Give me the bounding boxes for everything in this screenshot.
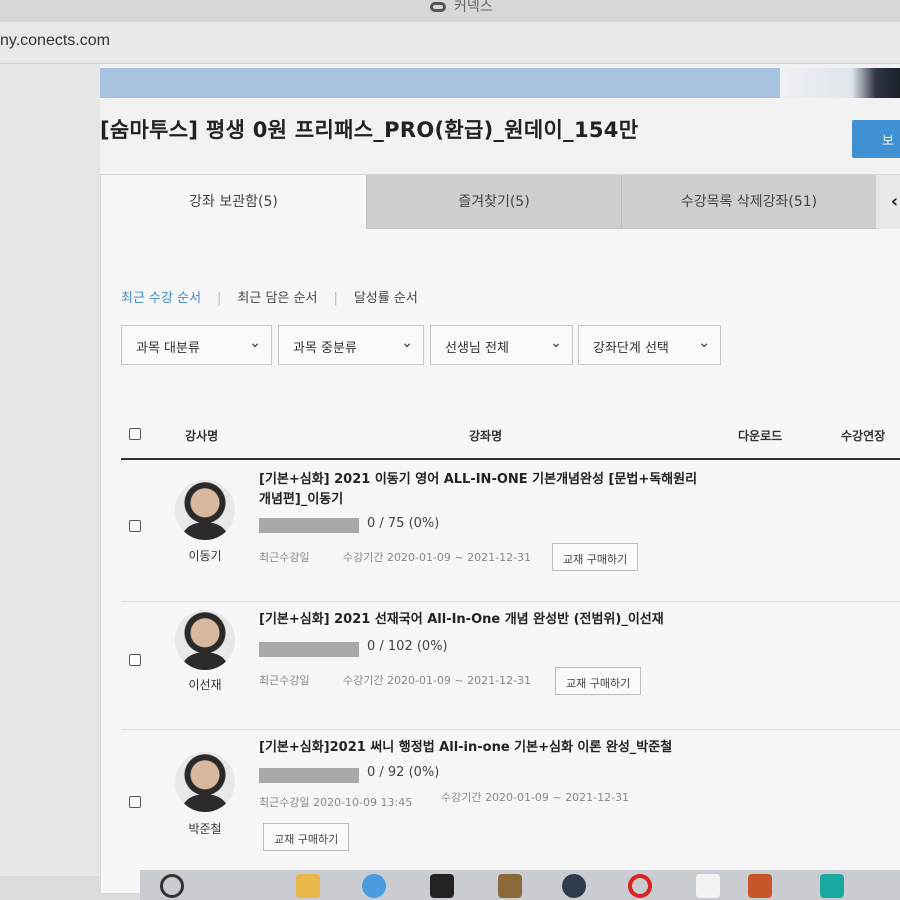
url-text[interactable]: ny.conects.com [0, 32, 110, 50]
progress-bar [259, 518, 359, 533]
header-lecture: 강좌명 [469, 429, 503, 443]
row-checkbox[interactable] [129, 796, 141, 808]
tab-deleted-lectures[interactable]: 수강목록 삭제강좌(51) [621, 175, 876, 229]
filter-label: 강좌단계 선택 [593, 341, 669, 356]
browser-tab[interactable]: 커넥스 [430, 0, 493, 16]
top-action-button[interactable]: 보 [852, 120, 900, 158]
avatar [175, 610, 235, 670]
banner-photo [780, 68, 900, 98]
progress-bar [259, 642, 359, 657]
filter-subject-minor[interactable]: 과목 중분류 ⌄ [278, 325, 424, 365]
filter-lecture-level[interactable]: 강좌단계 선택 ⌄ [578, 325, 721, 365]
lecture-panel: 강좌 보관함(5) 즐겨찾기(5) 수강목록 삭제강좌(51) ‹ 최근 수강 … [100, 174, 900, 894]
lecture-title[interactable]: [기본+심화]2021 써니 행정법 All-in-one 기본+심화 이론 완… [259, 738, 699, 758]
tab-favorites[interactable]: 즐겨찾기(5) [366, 175, 621, 229]
file-icon[interactable] [696, 874, 720, 898]
table-row: 박준철 [기본+심화]2021 써니 행정법 All-in-one 기본+심화 … [121, 730, 900, 890]
table-row: 이선재 [기본+심화] 2021 선재국어 All-In-One 개념 완성반 … [121, 602, 900, 730]
select-all-checkbox[interactable] [129, 428, 141, 440]
browser-tab-bar: 커넥스 [0, 0, 900, 22]
progress-text: 0 / 92 (0%) [367, 765, 440, 780]
top-banner[interactable] [100, 68, 780, 98]
search-icon[interactable] [160, 874, 184, 898]
buy-textbook-button[interactable]: 교재 구매하기 [263, 823, 350, 851]
content-area: [숨마투스] 평생 0원 프리패스_PRO(환급)_원데이_154만 보 강좌 … [100, 64, 900, 894]
lecture-title[interactable]: [기본+심화] 2021 선재국어 All-In-One 개념 완성반 (전범위… [259, 610, 699, 630]
last-watched: 최근수강일 2020-10-09 13:45 [259, 796, 413, 809]
app-icon[interactable] [562, 874, 586, 898]
address-bar[interactable]: ny.conects.com [0, 22, 900, 64]
powerpoint-icon[interactable] [748, 874, 772, 898]
tab-bar: 강좌 보관함(5) 즐겨찾기(5) 수강목록 삭제강좌(51) ‹ [101, 175, 900, 229]
filter-subject-major[interactable]: 과목 대분류 ⌄ [121, 325, 272, 365]
progress-text: 0 / 75 (0%) [367, 516, 440, 531]
last-watched: 최근수강일 [259, 551, 310, 564]
study-period: 수강기간 2020-01-09 ~ 2021-12-31 [441, 791, 630, 804]
chevron-down-icon: ⌄ [698, 335, 710, 351]
table-row: 이동기 [기본+심화] 2021 이동기 영어 ALL-IN-ONE 기본개념완… [121, 462, 900, 602]
divider: | [217, 291, 222, 306]
taskbar [140, 870, 900, 900]
course-title: [숨마투스] 평생 0원 프리패스_PRO(환급)_원데이_154만 [100, 118, 639, 142]
avatar [175, 752, 235, 812]
chevron-down-icon: ⌄ [550, 335, 562, 351]
row-checkbox[interactable] [129, 654, 141, 666]
filter-label: 선생님 전체 [445, 341, 509, 356]
buy-textbook-button[interactable]: 교재 구매하기 [552, 543, 639, 571]
teacher-name: 박준철 [188, 822, 222, 836]
page: [숨마투스] 평생 0원 프리패스_PRO(환급)_원데이_154만 보 강좌 … [0, 64, 900, 894]
divider: | [333, 291, 338, 306]
sort-recent-watch[interactable]: 최근 수강 순서 [121, 287, 201, 306]
browser-tab-title: 커넥스 [454, 0, 493, 15]
filter-label: 과목 중분류 [293, 341, 357, 356]
chevron-down-icon: ⌄ [249, 335, 261, 351]
header-extension: 수강연장 [841, 429, 886, 443]
lecture-title[interactable]: [기본+심화] 2021 이동기 영어 ALL-IN-ONE 기본개념완성 [문… [259, 470, 699, 510]
study-period: 수강기간 2020-01-09 ~ 2021-12-31 [343, 674, 532, 687]
filter-teacher[interactable]: 선생님 전체 ⌄ [430, 325, 573, 365]
sort-options: 최근 수강 순서 | 최근 담은 순서 | 달성률 순서 [121, 287, 418, 306]
last-watched: 최근수강일 [259, 674, 310, 687]
buy-textbook-button[interactable]: 교재 구매하기 [555, 667, 642, 695]
table-header: 강사명 강좌명 다운로드 수강연장 [121, 410, 900, 460]
tab-lecture-storage[interactable]: 강좌 보관함(5) [101, 175, 366, 229]
edge-browser-icon[interactable] [362, 874, 386, 898]
app-icon[interactable] [498, 874, 522, 898]
progress-text: 0 / 102 (0%) [367, 639, 448, 654]
progress-bar [259, 768, 359, 783]
study-period: 수강기간 2020-01-09 ~ 2021-12-31 [343, 551, 532, 564]
chevron-down-icon: ⌄ [401, 335, 413, 351]
teacher-name: 이선재 [188, 678, 222, 692]
filter-label: 과목 대분류 [136, 341, 200, 356]
app-icon[interactable] [820, 874, 844, 898]
sort-recent-added[interactable]: 최근 담은 순서 [237, 287, 317, 306]
store-icon[interactable] [430, 874, 454, 898]
avatar [175, 480, 235, 540]
opera-icon[interactable] [628, 874, 652, 898]
conects-logo-icon [430, 2, 446, 12]
teacher-name: 이동기 [188, 549, 222, 563]
header-download: 다운로드 [738, 429, 783, 443]
chevron-left-icon[interactable]: ‹ [876, 175, 900, 229]
header-teacher: 강사명 [185, 429, 219, 443]
row-checkbox[interactable] [129, 520, 141, 532]
folder-icon[interactable] [296, 874, 320, 898]
sort-achievement[interactable]: 달성률 순서 [354, 287, 418, 306]
